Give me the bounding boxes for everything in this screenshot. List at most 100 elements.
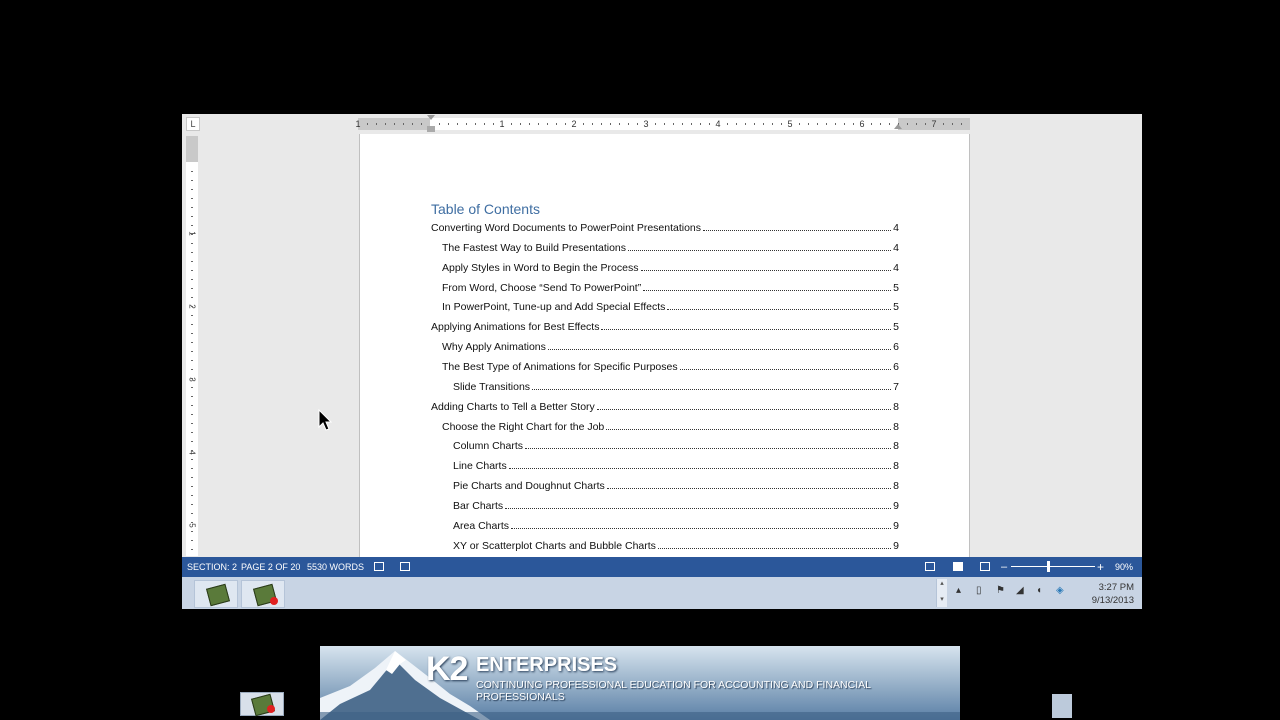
- ruler-tick: [191, 171, 193, 172]
- tab-selector[interactable]: L: [186, 117, 200, 131]
- ruler-tick: [538, 123, 539, 125]
- section-indicator[interactable]: SECTION: 2: [187, 557, 237, 577]
- ruler-tick: [191, 414, 193, 415]
- action-center-flag-icon[interactable]: ⚑: [996, 585, 1005, 596]
- macro-icon[interactable]: [400, 562, 410, 571]
- toc-page-number: 5: [893, 321, 899, 334]
- toc-entry-text: Slide Transitions: [453, 380, 531, 393]
- toc-entry[interactable]: Slide Transitions 7: [453, 379, 899, 393]
- scroll-up-icon[interactable]: ▴: [937, 579, 947, 587]
- ruler-tick: [191, 549, 193, 550]
- tray-app-icon[interactable]: ◈: [1056, 585, 1064, 596]
- ruler-tick: [745, 123, 746, 125]
- ruler-tick: [367, 123, 368, 125]
- document-page[interactable]: Table of Contents Converting Word Docume…: [359, 134, 970, 564]
- print-layout-icon[interactable]: [953, 562, 963, 571]
- toc-page-number: 8: [893, 480, 899, 493]
- taskbar-recorder-button[interactable]: [241, 580, 285, 608]
- toc-entry[interactable]: XY or Scatterplot Charts and Bubble Char…: [453, 538, 899, 552]
- toc-page-number: 5: [893, 301, 899, 314]
- company-name: ENTERPRISES: [476, 654, 618, 676]
- toc-entry[interactable]: Choose the Right Chart for the Job 8: [442, 419, 899, 433]
- ruler-tick: [191, 198, 193, 199]
- toc-entry[interactable]: Pie Charts and Doughnut Charts 8: [453, 478, 899, 492]
- network-icon[interactable]: ◢: [1016, 585, 1024, 596]
- toc-entry[interactable]: Adding Charts to Tell a Better Story 8: [431, 399, 899, 413]
- ruler-tick: [799, 123, 800, 125]
- toc-entry-text: Bar Charts: [453, 499, 504, 512]
- ruler-tick: [191, 378, 193, 379]
- ruler-tick: [191, 468, 193, 469]
- ruler-tick: [583, 123, 584, 125]
- ruler-tick: [457, 123, 458, 125]
- toc-page-number: 8: [893, 440, 899, 453]
- ruler-tick: [191, 315, 193, 316]
- toc-entry-text: Line Charts: [453, 460, 507, 473]
- vertical-ruler[interactable]: 12345: [186, 136, 198, 556]
- zoom-slider-thumb[interactable]: [1047, 561, 1051, 572]
- ruler-tick: [439, 123, 440, 125]
- left-indent-marker[interactable]: [427, 126, 435, 132]
- ruler-number: 4: [715, 119, 721, 129]
- toc-entry-text: Choose the Right Chart for the Job: [442, 420, 605, 433]
- ruler-tick: [565, 123, 566, 125]
- ruler-tick: [664, 123, 665, 125]
- ruler-tick: [191, 531, 193, 532]
- ruler-tick: [191, 495, 193, 496]
- taskbar-app-button[interactable]: [194, 580, 238, 608]
- ruler-tick: [191, 360, 193, 361]
- toc-entry-text: Apply Styles in Word to Begin the Proces…: [442, 261, 639, 274]
- toc-entry[interactable]: Converting Word Documents to PowerPoint …: [431, 220, 899, 234]
- toc-page-number: 8: [893, 400, 899, 413]
- toc-entry-text: Converting Word Documents to PowerPoint …: [431, 222, 702, 234]
- toc-entry[interactable]: Bar Charts 9: [453, 498, 899, 512]
- ruler-tick: [925, 123, 926, 125]
- scroll-down-icon[interactable]: ▾: [937, 595, 947, 603]
- volume-icon[interactable]: ◖: [1036, 585, 1042, 596]
- toc-leader-dots: [703, 230, 892, 231]
- toc-entry[interactable]: Area Charts 9: [453, 518, 899, 532]
- ruler-tick: [628, 123, 629, 125]
- page-indicator[interactable]: PAGE 2 OF 20: [241, 557, 300, 577]
- right-indent-marker[interactable]: [894, 124, 902, 129]
- toc-leader-dots: [532, 388, 892, 390]
- zoom-in-button[interactable]: +: [1097, 557, 1104, 577]
- toc-entry[interactable]: The Best Type of Animations for Specific…: [442, 359, 899, 373]
- recorder-thumbnail-icon[interactable]: [240, 692, 284, 717]
- toc-entry[interactable]: Column Charts 8: [453, 438, 899, 452]
- horizontal-ruler[interactable]: 1 1 2 3 4 5 6 7: [355, 118, 970, 130]
- toc-leader-dots: [508, 468, 892, 470]
- system-clock[interactable]: 3:27 PM 9/13/2013: [1078, 581, 1134, 607]
- ruler-tick: [871, 123, 872, 125]
- read-mode-icon[interactable]: [925, 562, 935, 571]
- tray-thumbnail-icon[interactable]: [1052, 694, 1072, 718]
- zoom-slider[interactable]: [1011, 566, 1095, 567]
- toc-entry[interactable]: Line Charts 8: [453, 458, 899, 472]
- toc-entry-text: Pie Charts and Doughnut Charts: [453, 480, 605, 493]
- toc-entry[interactable]: In PowerPoint, Tune-up and Add Special E…: [442, 299, 899, 313]
- ruler-tick: [191, 477, 193, 478]
- ruler-tick: [889, 123, 890, 125]
- web-layout-icon[interactable]: [980, 562, 990, 571]
- first-line-indent-marker[interactable]: [427, 115, 435, 120]
- toc-entry[interactable]: Apply Styles in Word to Begin the Proces…: [442, 260, 899, 274]
- toc-title: Table of Contents: [431, 201, 540, 217]
- toc-entry[interactable]: Why Apply Animations 6: [442, 339, 899, 353]
- ruler-tick: [826, 123, 827, 125]
- ruler-tick: [394, 123, 395, 125]
- show-hidden-icons-chevron[interactable]: ▴: [956, 585, 961, 596]
- toc-entry[interactable]: Applying Animations for Best Effects 5: [431, 319, 899, 333]
- word-count[interactable]: 5530 WORDS: [307, 557, 364, 577]
- toc-page-number: 9: [893, 499, 899, 512]
- toc-entry[interactable]: The Fastest Way to Build Presentations 4: [442, 240, 899, 254]
- ruler-tick: [191, 261, 193, 262]
- zoom-out-button[interactable]: –: [1001, 557, 1007, 577]
- taskbar-scroller[interactable]: ▴ ▾: [936, 579, 947, 607]
- ruler-tick: [191, 288, 193, 289]
- zoom-level[interactable]: 90%: [1115, 557, 1133, 577]
- ruler-tick: [484, 123, 485, 125]
- toc-entry[interactable]: From Word, Choose “Send To PowerPoint” 5: [442, 280, 899, 294]
- toc-leader-dots: [606, 488, 892, 490]
- notification-icon[interactable]: ▯: [976, 585, 982, 596]
- proofing-icon[interactable]: [374, 562, 384, 571]
